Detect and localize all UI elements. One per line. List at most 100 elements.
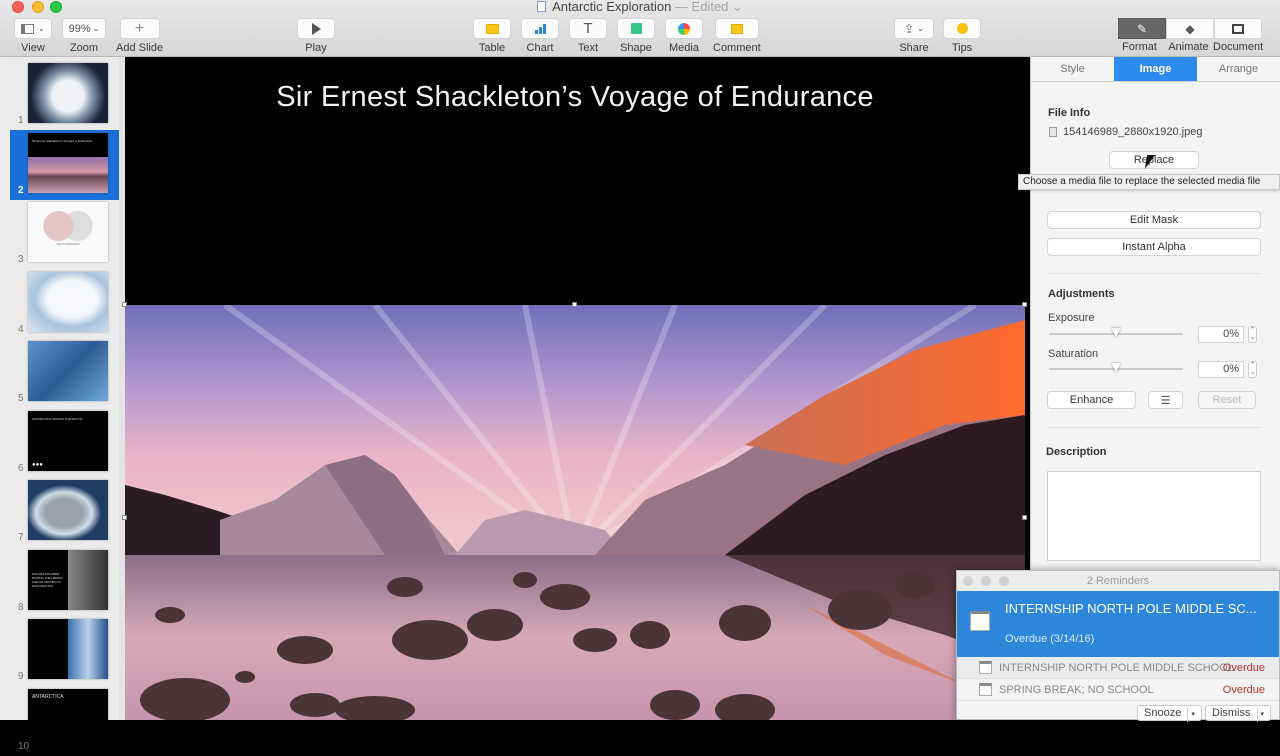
text-button[interactable]: T xyxy=(569,18,607,39)
view-control[interactable]: ⌄ View xyxy=(14,18,52,54)
saturation-stepper[interactable]: ⌃ ⌄ xyxy=(1248,361,1257,378)
saturation-slider-knob[interactable] xyxy=(1111,363,1121,372)
reminders-footer: Snooze ▾ Dismiss ▾ xyxy=(957,701,1279,722)
resize-handle-top[interactable] xyxy=(572,302,577,307)
slide-preview-caption: POLAR EXPLORER DURING THE HEROIC AGE OF … xyxy=(32,571,64,588)
saturation-slider[interactable] xyxy=(1049,363,1183,372)
dismiss-button[interactable]: Dismiss ▾ xyxy=(1205,705,1272,722)
zoom-control[interactable]: 99% ⌄ Zoom xyxy=(62,18,106,54)
slide-number: 5 xyxy=(18,393,24,404)
media-control[interactable]: Media xyxy=(665,18,703,54)
share-control[interactable]: ⇪ ⌄ Share xyxy=(894,18,934,54)
add-slide-button[interactable]: + xyxy=(119,18,160,39)
zoom-dropdown[interactable]: 99% ⌄ xyxy=(62,18,106,39)
inspector-mode-labels: Format Animate Document xyxy=(1122,41,1264,53)
window-title: Antarctic Exploration — Edited ⌄ xyxy=(0,0,1280,14)
reminder-list-item[interactable]: SPRING BREAK; NO SCHOOL Overdue xyxy=(957,679,1279,701)
shape-control[interactable]: Shape xyxy=(617,18,655,54)
resize-handle-left[interactable] xyxy=(122,515,127,520)
format-button[interactable]: ✎ xyxy=(1118,18,1166,39)
resize-handle-top-right[interactable] xyxy=(1022,302,1027,307)
slide-image-landscape[interactable] xyxy=(125,305,1025,720)
view-button[interactable]: ⌄ xyxy=(14,18,52,39)
exposure-value-field[interactable]: 0% xyxy=(1198,326,1244,343)
build-indicator-icon: ●●● xyxy=(32,461,43,468)
slide-preview: VENN DIAGRAM xyxy=(28,202,108,262)
calendar-icon xyxy=(979,661,992,674)
slide-thumbnail-4[interactable]: 4 xyxy=(10,269,120,339)
add-slide-control[interactable]: + Add Slide xyxy=(116,18,163,54)
tab-image[interactable]: Image xyxy=(1114,57,1197,81)
reset-button[interactable]: Reset xyxy=(1198,391,1256,409)
slide-thumbnail-5[interactable]: 5 xyxy=(10,338,120,408)
tab-arrange[interactable]: Arrange xyxy=(1197,57,1280,81)
square-shape-icon xyxy=(630,23,642,34)
chevron-down-icon: ⌄ xyxy=(917,24,924,33)
slide-preview: ANTARCTICA VERSUS THE ARCTIC ●●● xyxy=(28,410,108,471)
enhance-button[interactable]: Enhance xyxy=(1047,391,1136,409)
description-textarea[interactable] xyxy=(1047,471,1261,561)
close-window-button[interactable] xyxy=(963,576,973,586)
adjust-image-button[interactable]: ☰ xyxy=(1148,391,1183,409)
share-button[interactable]: ⇪ ⌄ xyxy=(894,18,934,39)
slide-number: 1 xyxy=(18,115,24,126)
table-control[interactable]: Table xyxy=(473,18,511,54)
slide-preview xyxy=(28,271,108,332)
snooze-button[interactable]: Snooze ▾ xyxy=(1137,705,1202,722)
slide-thumbnail-7[interactable]: 7 xyxy=(10,477,120,547)
chart-control[interactable]: Chart xyxy=(521,18,559,54)
slide-number: 7 xyxy=(18,532,24,543)
text-control[interactable]: T Text xyxy=(569,18,607,54)
slide-thumbnail-8[interactable]: POLAR EXPLORER DURING THE HEROIC AGE OF … xyxy=(10,547,120,617)
slide-thumbnail-2[interactable]: Sir Ernest Shackleton's Voyage of Endura… xyxy=(10,129,120,200)
slide-thumbnail-9[interactable]: 9 xyxy=(10,616,120,686)
plus-icon: + xyxy=(134,19,145,37)
sliders-icon: ☰ xyxy=(1160,394,1171,407)
document-square-icon xyxy=(1232,23,1244,34)
zoom-window-button[interactable] xyxy=(999,576,1009,586)
edited-indicator[interactable]: — Edited ⌄ xyxy=(675,0,743,14)
share-icon: ⇪ xyxy=(904,21,915,36)
exposure-stepper[interactable]: ⌃ ⌄ xyxy=(1248,326,1257,343)
slide-thumbnail-3[interactable]: VENN DIAGRAM 3 xyxy=(10,199,120,269)
resize-handle-top-left[interactable] xyxy=(122,302,127,307)
slide-preview-caption: ANTARCTICA xyxy=(32,693,64,700)
saturation-value-field[interactable]: 0% xyxy=(1198,361,1244,378)
table-button[interactable] xyxy=(473,18,511,39)
minimize-window-button[interactable] xyxy=(981,576,991,586)
slide-number: 8 xyxy=(18,601,24,613)
tab-style[interactable]: Style xyxy=(1031,57,1114,81)
photos-flower-icon xyxy=(678,22,690,35)
instant-alpha-button[interactable]: Instant Alpha xyxy=(1047,238,1261,256)
edit-mask-button[interactable]: Edit Mask xyxy=(1047,211,1261,229)
comment-button[interactable] xyxy=(714,18,759,39)
animate-button[interactable]: ◆ xyxy=(1166,18,1214,39)
reminder-highlight[interactable]: INTERNSHIP NORTH POLE MIDDLE SC... Overd… xyxy=(957,591,1279,657)
resize-handle-right[interactable] xyxy=(1022,515,1027,520)
saturation-label: Saturation xyxy=(1048,348,1099,360)
slide-number: 10 xyxy=(18,740,30,752)
calendar-icon xyxy=(970,611,990,631)
chart-button[interactable] xyxy=(521,18,559,39)
replace-tooltip: Choose a media file to replace the selec… xyxy=(1018,174,1280,190)
file-info-heading: File Info xyxy=(1048,107,1091,119)
document-button[interactable] xyxy=(1214,18,1262,39)
exposure-slider[interactable] xyxy=(1049,328,1183,337)
slide-title[interactable]: Sir Ernest Shackleton’s Voyage of Endura… xyxy=(125,81,1025,114)
media-button[interactable] xyxy=(665,18,703,39)
slide-preview-caption: ANTARCTICA VERSUS THE ARCTIC xyxy=(32,416,83,421)
slide-thumbnail-10[interactable]: ANTARCTICA 10 xyxy=(10,686,120,756)
play-button[interactable] xyxy=(297,18,335,39)
shape-button[interactable] xyxy=(617,18,655,39)
slide-thumbnail-6[interactable]: ANTARCTICA VERSUS THE ARCTIC ●●● 6 xyxy=(10,408,120,478)
description-heading: Description xyxy=(1046,446,1107,458)
tips-button[interactable] xyxy=(943,18,981,39)
chevron-down-icon: ⌄ xyxy=(92,24,100,33)
slide-canvas[interactable]: Sir Ernest Shackleton’s Voyage of Endura… xyxy=(122,57,1030,720)
comment-control[interactable]: Comment xyxy=(713,18,761,54)
play-control[interactable]: Play xyxy=(297,18,335,54)
reminder-list-item[interactable]: INTERNSHIP NORTH POLE MIDDLE SCHOOL Over… xyxy=(957,657,1279,679)
slide-thumbnail-1[interactable]: 1 xyxy=(10,60,120,130)
tips-control[interactable]: Tips xyxy=(943,18,981,54)
exposure-slider-knob[interactable] xyxy=(1111,328,1121,337)
